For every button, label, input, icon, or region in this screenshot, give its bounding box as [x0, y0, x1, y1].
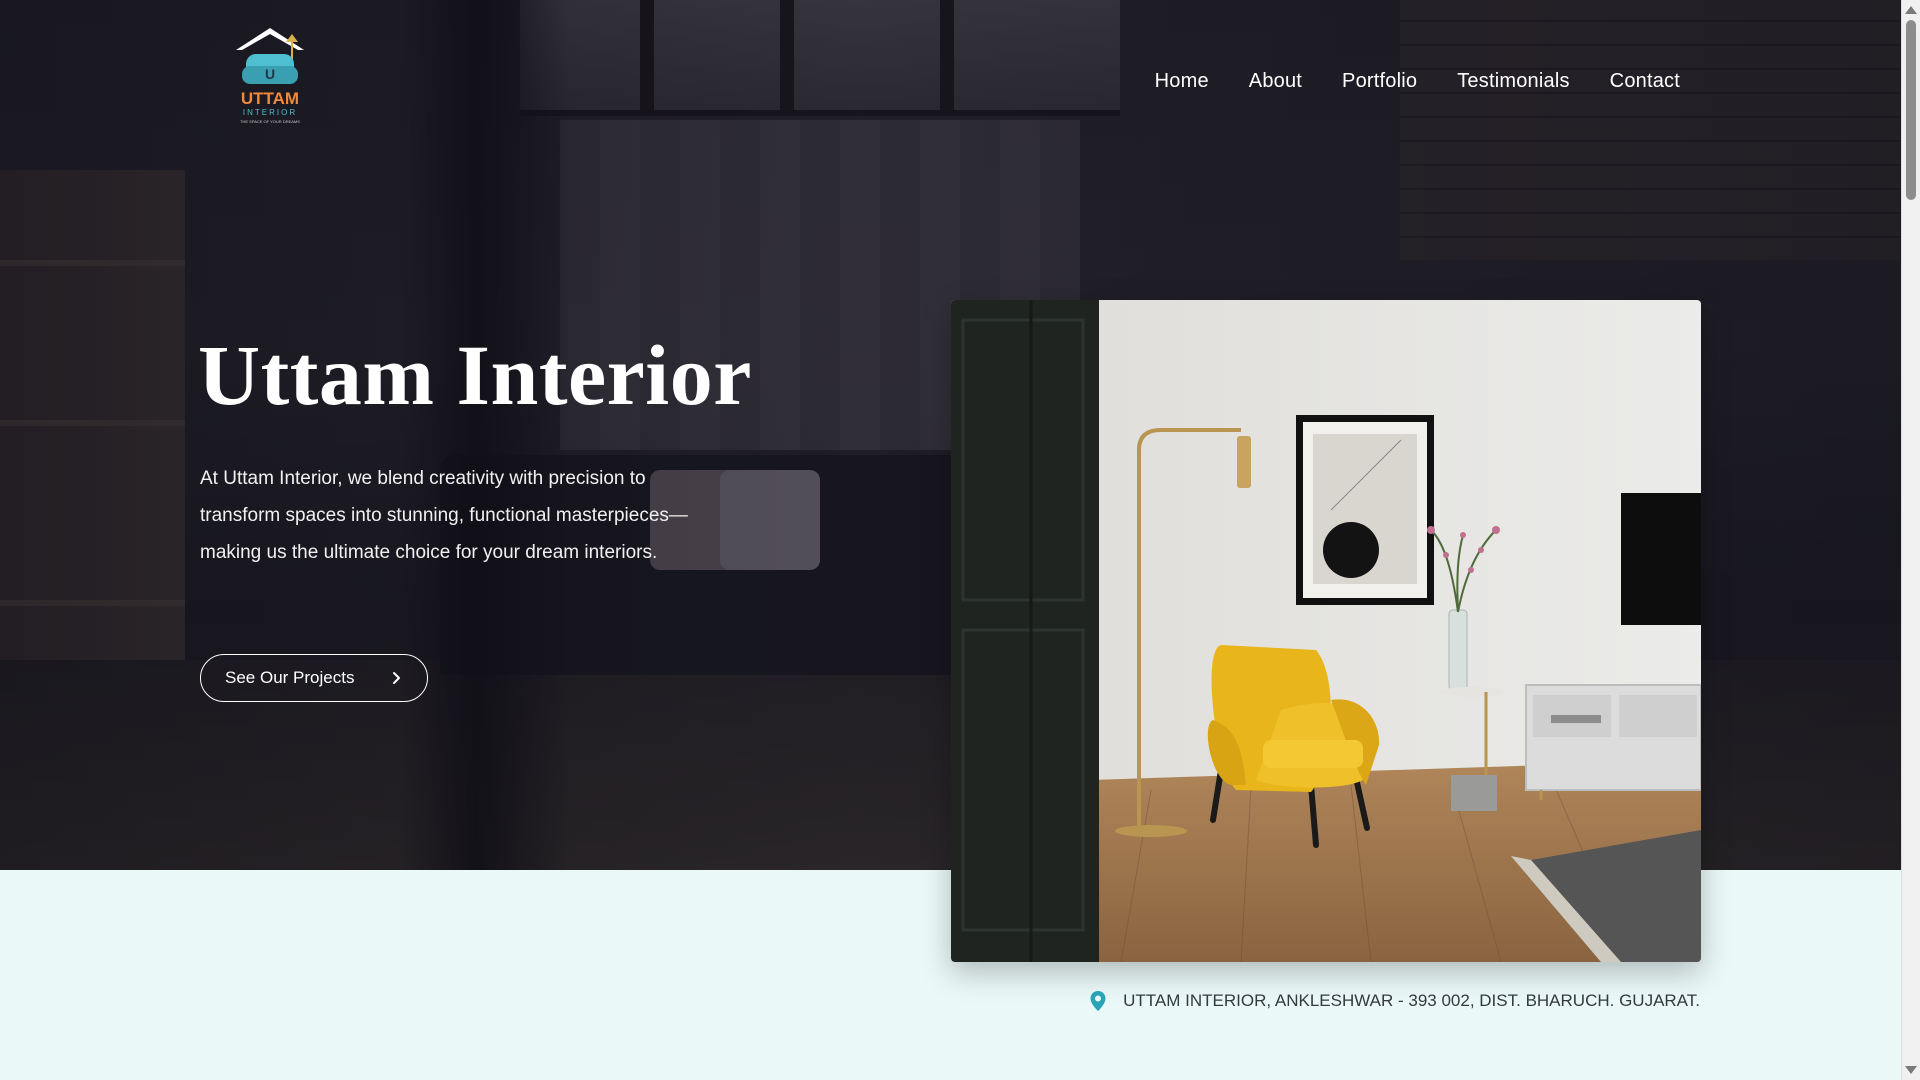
logo-mark: U UTTAM INTERIOR THE SPACE OF YOUR DREAM…	[236, 28, 304, 124]
address-text: UTTAM INTERIOR, ANKLESHWAR - 393 002, DI…	[1123, 991, 1700, 1010]
see-projects-label: See Our Projects	[225, 668, 355, 687]
scrollbar-thumb[interactable]	[1906, 20, 1916, 200]
hero-title: Uttam Interior	[198, 327, 752, 423]
address-line: UTTAM INTERIOR, ANKLESHWAR - 393 002, DI…	[1089, 990, 1700, 1012]
svg-text:U: U	[265, 66, 275, 82]
nav-contact[interactable]: Contact	[1610, 70, 1680, 93]
map-pin-icon	[1090, 991, 1106, 1011]
svg-text:THE SPACE OF YOUR DREAMS: THE SPACE OF YOUR DREAMS	[240, 119, 300, 124]
featured-interior-image	[951, 300, 1701, 962]
chevron-right-icon	[393, 672, 400, 684]
nav-about[interactable]: About	[1249, 70, 1302, 93]
site-logo[interactable]: U UTTAM INTERIOR THE SPACE OF YOUR DREAM…	[228, 24, 312, 128]
see-projects-button[interactable]: See Our Projects	[200, 654, 428, 702]
page-scrollbar[interactable]	[1901, 0, 1920, 1080]
main-nav: Home About Portfolio Testimonials Contac…	[1155, 70, 1680, 93]
scroll-up-arrow-icon[interactable]	[1905, 6, 1917, 14]
hero-description: At Uttam Interior, we blend creativity w…	[200, 468, 688, 563]
svg-text:UTTAM: UTTAM	[241, 89, 299, 108]
nav-portfolio[interactable]: Portfolio	[1342, 70, 1417, 93]
living-room-illustration	[951, 300, 1701, 962]
scroll-down-arrow-icon[interactable]	[1905, 1066, 1917, 1074]
nav-home[interactable]: Home	[1155, 70, 1209, 93]
nav-testimonials[interactable]: Testimonials	[1457, 70, 1569, 93]
svg-text:INTERIOR: INTERIOR	[243, 108, 297, 117]
